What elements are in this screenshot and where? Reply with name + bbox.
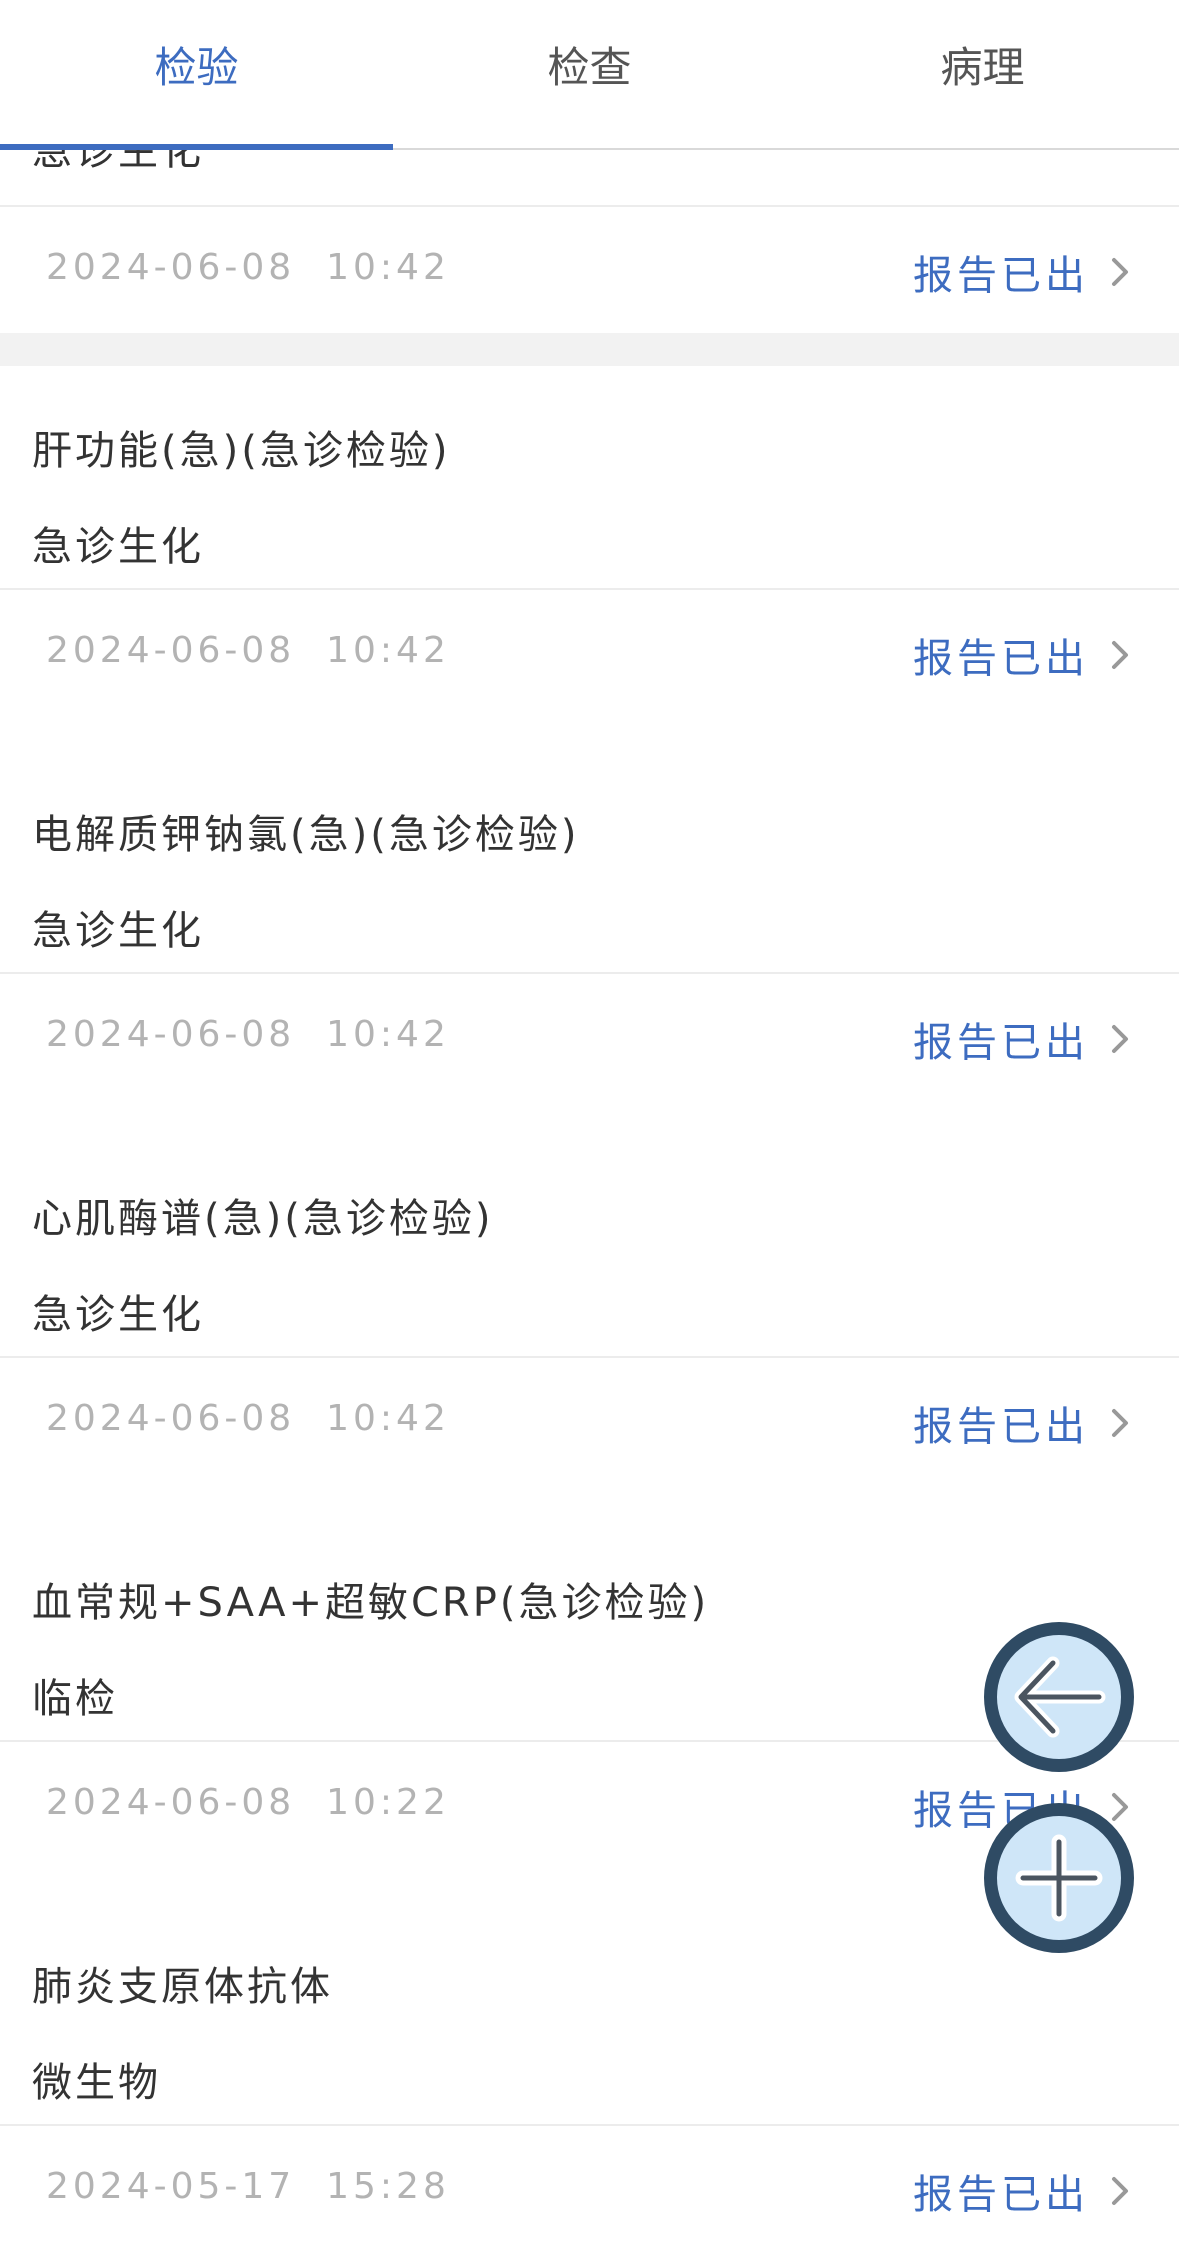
report-category: 临检 (32, 1676, 118, 1722)
report-footer: 2024-06-08 10:42 报告已出 (0, 974, 1179, 1100)
report-title: 电解质钾钠氯(急)(急诊检验) (32, 812, 580, 858)
report-title: 肝功能(急)(急诊检验) (32, 428, 451, 474)
report-status-link[interactable]: 报告已出 (913, 2162, 1089, 2220)
tab-pathology[interactable]: 病理 (786, 0, 1179, 148)
report-title: 肺炎支原体抗体 (32, 1964, 333, 2010)
report-category: 急诊生化 (32, 524, 204, 570)
report-title: 血常规+SAA+超敏CRP(急诊检验) (32, 1580, 710, 1626)
tab-lab-tests[interactable]: 检验 (0, 0, 393, 150)
chevron-right-icon (1112, 1409, 1128, 1437)
report-footer: 2024-06-08 10:42 报告已出 (0, 590, 1179, 716)
report-status-link[interactable]: 报告已出 (913, 626, 1089, 684)
report-status-link[interactable]: 报告已出 (913, 1010, 1089, 1068)
report-footer: 2024-06-08 10:42 报告已出 (0, 207, 1179, 333)
list-item[interactable]: 电解质钾钠氯(急)(急诊检验) 急诊生化 2024-06-08 10:42 报告… (0, 750, 1179, 1199)
report-status-link[interactable]: 报告已出 (913, 1394, 1089, 1452)
list-item[interactable]: 肺炎支原体抗体 微生物 2024-05-17 15:28 报告已出 (0, 1902, 1179, 2255)
report-status-link[interactable]: 报告已出 (913, 243, 1089, 301)
report-category: 急诊生化 (32, 908, 204, 954)
report-datetime: 2024-06-08 10:42 (46, 247, 450, 288)
report-datetime: 2024-06-08 10:42 (46, 630, 450, 671)
plus-icon (1015, 1834, 1103, 1922)
chevron-right-icon (1112, 258, 1128, 286)
chevron-right-icon (1112, 1025, 1128, 1053)
report-category: 微生物 (32, 2060, 161, 2106)
report-datetime: 2024-06-08 10:42 (46, 1014, 450, 1055)
tab-examinations[interactable]: 检查 (393, 0, 786, 148)
report-datetime: 2024-06-08 10:42 (46, 1398, 450, 1439)
report-footer: 2024-05-17 15:28 报告已出 (0, 2126, 1179, 2252)
report-datetime: 2024-05-17 15:28 (46, 2166, 450, 2207)
list-item[interactable]: 心肌酶谱(急)(急诊检验) 急诊生化 2024-06-08 10:42 报告已出 (0, 1134, 1179, 1583)
report-datetime: 2024-06-08 10:22 (46, 1782, 450, 1823)
tab-bar: 检验 检查 病理 (0, 0, 1179, 150)
report-title: 心肌酶谱(急)(急诊检验) (32, 1196, 494, 1242)
chevron-right-icon (1112, 2177, 1128, 2205)
report-footer: 2024-06-08 10:42 报告已出 (0, 1358, 1179, 1484)
report-category: 急诊生化 (32, 1292, 204, 1338)
arrow-left-icon (1014, 1656, 1106, 1738)
list-item[interactable]: 肝功能(急)(急诊检验) 急诊生化 2024-06-08 10:42 报告已出 (0, 366, 1179, 815)
chevron-right-icon (1112, 641, 1128, 669)
back-button[interactable] (984, 1622, 1134, 1772)
add-button[interactable] (984, 1803, 1134, 1953)
